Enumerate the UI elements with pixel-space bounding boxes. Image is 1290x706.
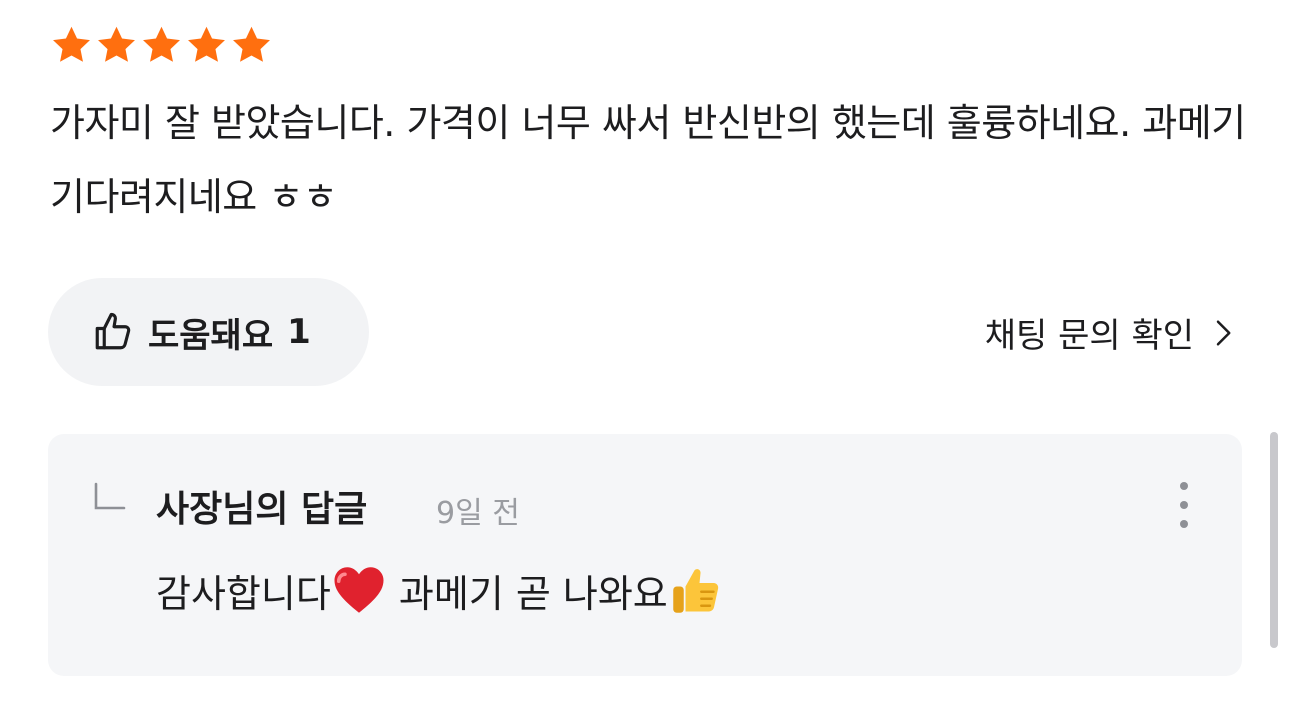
reply-text: 감사합니다 과메기 곧 나와요 [156, 562, 724, 618]
reply-text-part1: 감사합니다 [156, 571, 331, 616]
review-text: 가자미 잘 받았습니다. 가격이 너무 싸서 반신반의 했는데 훌륭하네요. 과… [50, 101, 1246, 219]
star-rating [50, 24, 273, 67]
star-icon [95, 24, 138, 67]
star-icon [185, 24, 228, 67]
chat-inquiry-label: 채팅 문의 확인 [984, 316, 1194, 356]
owner-reply: 사장님의 답글 9일 전 감사합니다 과메기 곧 나와요 [48, 434, 1242, 676]
helpful-count: 1 [287, 312, 311, 352]
helpful-label: 도움돼요 [148, 315, 274, 356]
chevron-right-icon [1208, 318, 1238, 348]
red-heart-emoji [331, 562, 387, 618]
reply-arrow-icon [92, 482, 126, 512]
star-icon [140, 24, 183, 67]
helpful-button[interactable]: 도움돼요 1 [48, 278, 369, 386]
chat-inquiry-link[interactable]: 채팅 문의 확인 [985, 308, 1238, 357]
reply-text-part2: 과메기 곧 나와요 [386, 571, 668, 616]
star-icon [230, 24, 273, 67]
reply-author: 사장님의 답글 [156, 489, 368, 530]
thumbs-up-emoji [668, 562, 724, 618]
scrollbar[interactable] [1270, 432, 1278, 648]
thumbs-up-outline-icon [92, 311, 134, 353]
star-icon [50, 24, 93, 67]
more-vertical-icon[interactable] [1174, 480, 1194, 530]
reply-time: 9일 전 [436, 496, 520, 531]
